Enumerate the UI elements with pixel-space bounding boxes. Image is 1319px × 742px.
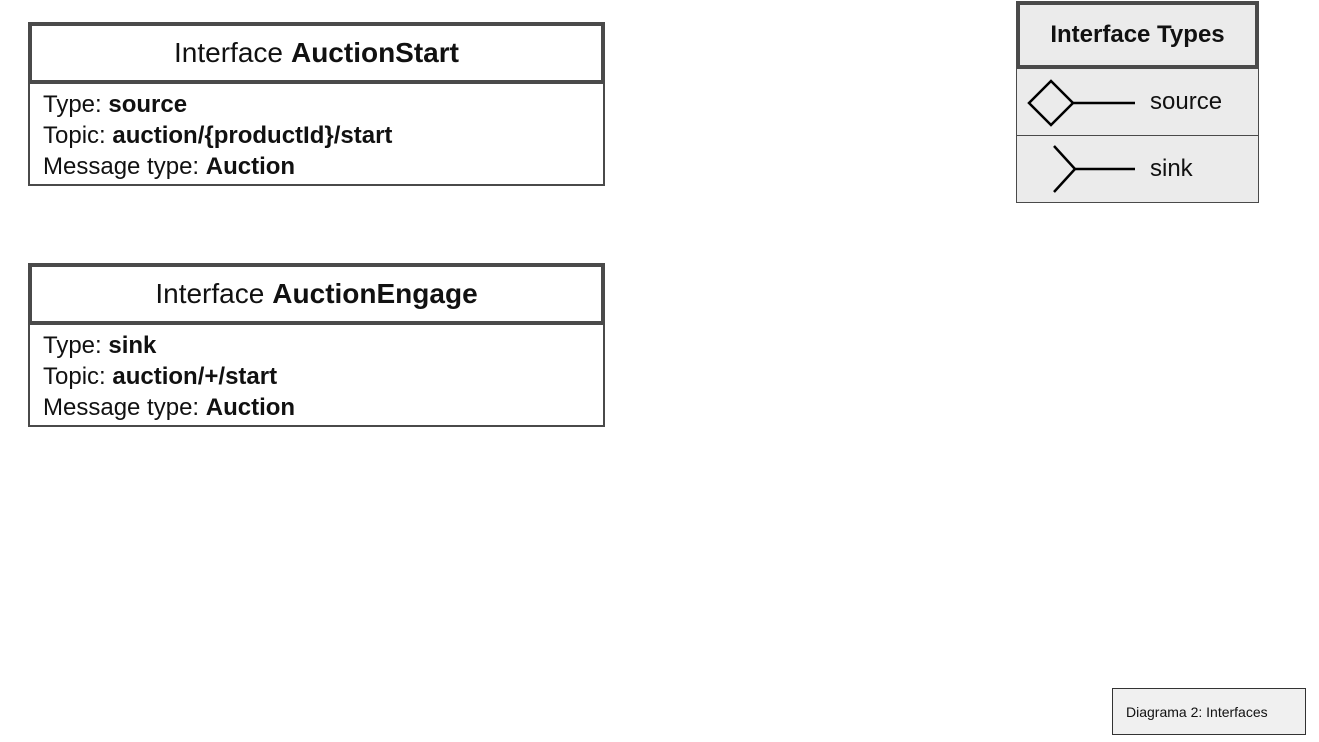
interface-prefix: Interface [174,37,283,68]
fork-connector-icon [1053,145,1135,193]
legend-item-sink: sink [1016,136,1259,203]
interface-body: Type: source Topic: auction/{productId}/… [28,84,605,186]
interface-types-legend: Interface Types source sink [1016,1,1259,203]
topic-row: Topic: auction/{productId}/start [43,120,590,151]
message-type-label: Message type: [43,394,200,421]
interface-box-auction-engage: Interface AuctionEngage Type: sink Topic… [28,263,605,427]
message-type-row: Message type: Auction [43,392,590,423]
interface-body: Type: sink Topic: auction/+/start Messag… [28,325,605,427]
interface-name: AuctionEngage [272,278,478,309]
interface-header: Interface AuctionStart [28,22,605,84]
type-value: sink [108,332,157,359]
diagram-canvas: Interface AuctionStart Type: source Topi… [0,0,1319,742]
legend-item-source: source [1016,69,1259,136]
message-type-value: Auction [205,153,296,180]
legend-title: Interface Types [1016,1,1259,69]
message-type-label: Message type: [43,153,200,180]
topic-value: auction/+/start [112,363,278,390]
type-row: Type: source [43,89,590,120]
type-label: Type: [43,332,102,359]
interface-header: Interface AuctionEngage [28,263,605,325]
interface-box-auction-start: Interface AuctionStart Type: source Topi… [28,22,605,186]
message-type-value: Auction [205,394,296,421]
type-row: Type: sink [43,330,590,361]
diagram-caption: Diagrama 2: Interfaces [1112,688,1306,735]
interface-prefix: Interface [155,278,265,309]
type-label: Type: [43,91,102,118]
topic-label: Topic: [43,122,106,149]
legend-item-label: sink [1150,155,1193,182]
topic-label: Topic: [43,363,106,390]
topic-value: auction/{productId}/start [112,122,393,149]
type-value: source [108,91,188,118]
topic-row: Topic: auction/+/start [43,361,590,392]
interface-name: AuctionStart [290,37,459,68]
message-type-row: Message type: Auction [43,151,590,182]
legend-item-label: source [1150,88,1223,115]
